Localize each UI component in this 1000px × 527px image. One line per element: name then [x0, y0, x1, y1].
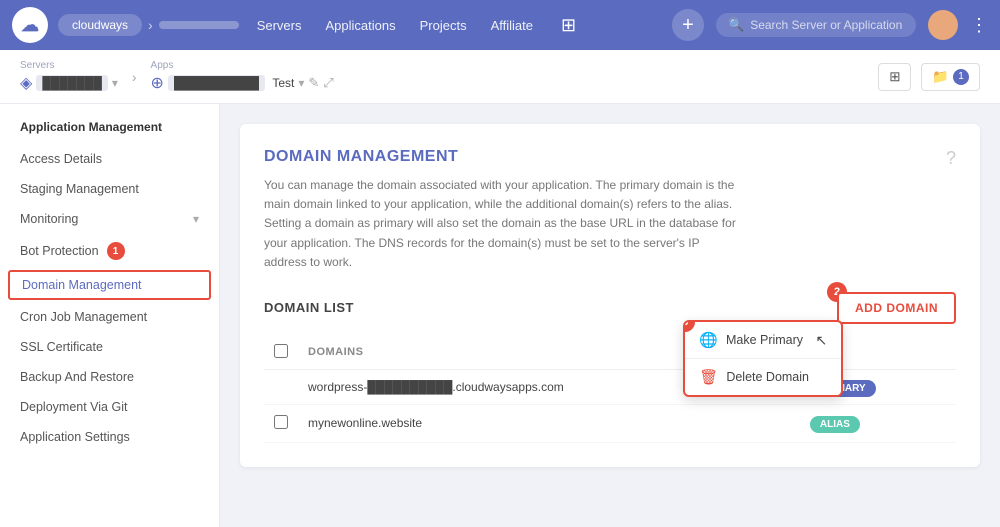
breadcrumb-bar: Servers ◈ ███████ ▾ › Apps ⊕ ██████████ … — [0, 50, 1000, 104]
apps-grid-icon[interactable]: ⊞ — [561, 15, 576, 36]
domain-list-header: DOMAIN LIST 2 ADD DOMAIN — [264, 292, 956, 324]
domain-list-title: DOMAIN LIST — [264, 300, 354, 315]
sidebar-item-deployment-via-git[interactable]: Deployment Via Git — [0, 392, 219, 422]
app-breadcrumb: Apps ⊕ ██████████ Test ▾ ✎ ⤢ — [151, 60, 334, 93]
nav-affiliate[interactable]: Affiliate — [491, 18, 533, 33]
context-menu: 3 🌐 Make Primary ↖ 🗑 Delete Domain — [683, 320, 843, 397]
domain-type-2: ALIAS 3 🌐 Make Primary ↖ — [800, 404, 956, 442]
sidebar-label-staging-management: Staging Management — [20, 182, 139, 196]
make-primary-label: Make Primary — [726, 333, 803, 347]
more-options-icon[interactable]: ⋮ — [970, 15, 988, 36]
sidebar-label-ssl-certificate: SSL Certificate — [20, 340, 103, 354]
grid-view-button[interactable]: ⊞ — [878, 63, 911, 91]
sidebar-item-bot-protection[interactable]: Bot Protection 1 — [0, 234, 219, 268]
domain-mgmt-header: DOMAIN MANAGEMENT You can manage the dom… — [264, 148, 956, 292]
sidebar-label-application-settings: Application Settings — [20, 430, 130, 444]
trash-icon: 🗑 — [699, 368, 718, 386]
main-layout: Application Management Access Details St… — [0, 104, 1000, 527]
sidebar-label-domain-management: Domain Management — [22, 278, 142, 292]
sidebar-item-cron-job-management[interactable]: Cron Job Management — [0, 302, 219, 332]
row2-checkbox[interactable] — [274, 415, 288, 429]
cursor-icon: ↖ — [816, 332, 828, 349]
app-icon: ⊕ — [151, 73, 164, 93]
servers-label: Servers — [20, 60, 118, 71]
search-box: 🔍 — [716, 13, 916, 37]
top-navigation: ☁ cloudways › Servers Applications Proje… — [0, 0, 1000, 50]
edit-icon[interactable]: ✎ — [308, 75, 319, 91]
search-icon: 🔍 — [728, 17, 744, 33]
app-test-label: Test — [269, 76, 294, 90]
nav-right: + 🔍 ⋮ — [672, 9, 988, 41]
help-icon[interactable]: ? — [946, 148, 956, 169]
search-input[interactable] — [750, 18, 904, 32]
server-icon: ◈ — [20, 73, 32, 93]
nav-links: Servers Applications Projects Affiliate … — [257, 15, 672, 36]
files-button[interactable]: 📁 1 — [921, 63, 980, 91]
content-area: DOMAIN MANAGEMENT You can manage the dom… — [220, 104, 1000, 527]
add-domain-wrapper: 2 ADD DOMAIN — [837, 292, 956, 324]
server-name[interactable]: ███████ — [36, 75, 108, 91]
sidebar-item-application-settings[interactable]: Application Settings — [0, 422, 219, 452]
table-row: mynewonline.website ALIAS 3 🌐 Make Prima… — [264, 404, 956, 442]
sidebar-item-domain-management[interactable]: Domain Management — [8, 270, 211, 300]
sidebar-label-monitoring: Monitoring — [20, 212, 78, 226]
folder-icon: 📁 — [932, 69, 949, 85]
app-name[interactable]: ██████████ — [168, 75, 265, 91]
nav-breadcrumb: cloudways › — [58, 14, 239, 36]
apps-label: Apps — [151, 60, 334, 71]
globe-icon: 🌐 — [699, 331, 718, 349]
nav-servers[interactable]: Servers — [257, 18, 302, 33]
nav-applications[interactable]: Applications — [326, 18, 396, 33]
sidebar-label-deployment-via-git: Deployment Via Git — [20, 400, 127, 414]
delete-domain-button[interactable]: 🗑 Delete Domain — [685, 359, 841, 395]
files-badge: 1 — [953, 69, 969, 85]
logo-icon: ☁ — [12, 7, 48, 43]
external-link-icon[interactable]: ⤢ — [323, 75, 333, 91]
sidebar-item-access-details[interactable]: Access Details — [0, 144, 219, 174]
sidebar-label-access-details: Access Details — [20, 152, 102, 166]
sidebar-item-ssl-certificate[interactable]: SSL Certificate — [0, 332, 219, 362]
nav-breadcrumb-arrow: › — [148, 17, 153, 33]
domain-management-card: DOMAIN MANAGEMENT You can manage the dom… — [240, 124, 980, 467]
sidebar-item-monitoring[interactable]: Monitoring ▾ — [0, 204, 219, 234]
table-row: wordpress-██████████.cloudwaysapps.com P… — [264, 369, 956, 404]
bot-protection-badge: 1 — [107, 242, 125, 260]
domain-value-2: mynewonline.website — [298, 404, 800, 442]
nav-app-name[interactable] — [159, 21, 239, 29]
avatar[interactable] — [928, 10, 958, 40]
sidebar-section-title: Application Management — [0, 120, 219, 144]
make-primary-button[interactable]: 🌐 Make Primary ↖ — [685, 322, 841, 359]
sidebar-label-backup-restore: Backup And Restore — [20, 370, 134, 384]
nav-projects[interactable]: Projects — [420, 18, 467, 33]
domain-management-title: DOMAIN MANAGEMENT — [264, 148, 744, 166]
sidebar-label-cron-job-management: Cron Job Management — [20, 310, 147, 324]
sidebar: Application Management Access Details St… — [0, 104, 220, 527]
sidebar-item-backup-restore[interactable]: Backup And Restore — [0, 362, 219, 392]
sidebar-label-bot-protection: Bot Protection — [20, 244, 99, 258]
monitoring-chevron-icon: ▾ — [193, 212, 199, 226]
app-chevron-icon[interactable]: ▾ — [298, 76, 304, 90]
nav-server-name[interactable]: cloudways — [58, 14, 142, 36]
breadcrumb-left: Servers ◈ ███████ ▾ › Apps ⊕ ██████████ … — [20, 60, 334, 93]
sidebar-item-staging-management[interactable]: Staging Management — [0, 174, 219, 204]
server-breadcrumb: Servers ◈ ███████ ▾ — [20, 60, 118, 93]
domain-table: DOMAINS TYPE wordpress-██████████.cloudw… — [264, 336, 956, 443]
server-chevron-icon[interactable]: ▾ — [112, 76, 118, 90]
grid-view-icon: ⊞ — [889, 69, 900, 85]
add-button[interactable]: + — [672, 9, 704, 41]
delete-domain-label: Delete Domain — [726, 370, 809, 384]
domain-management-description: You can manage the domain associated wit… — [264, 176, 744, 272]
add-domain-button[interactable]: ADD DOMAIN — [837, 292, 956, 324]
select-all-checkbox[interactable] — [274, 344, 288, 358]
logo[interactable]: ☁ — [12, 7, 48, 43]
breadcrumb-separator: › — [132, 69, 137, 85]
breadcrumb-right: ⊞ 📁 1 — [878, 63, 980, 91]
